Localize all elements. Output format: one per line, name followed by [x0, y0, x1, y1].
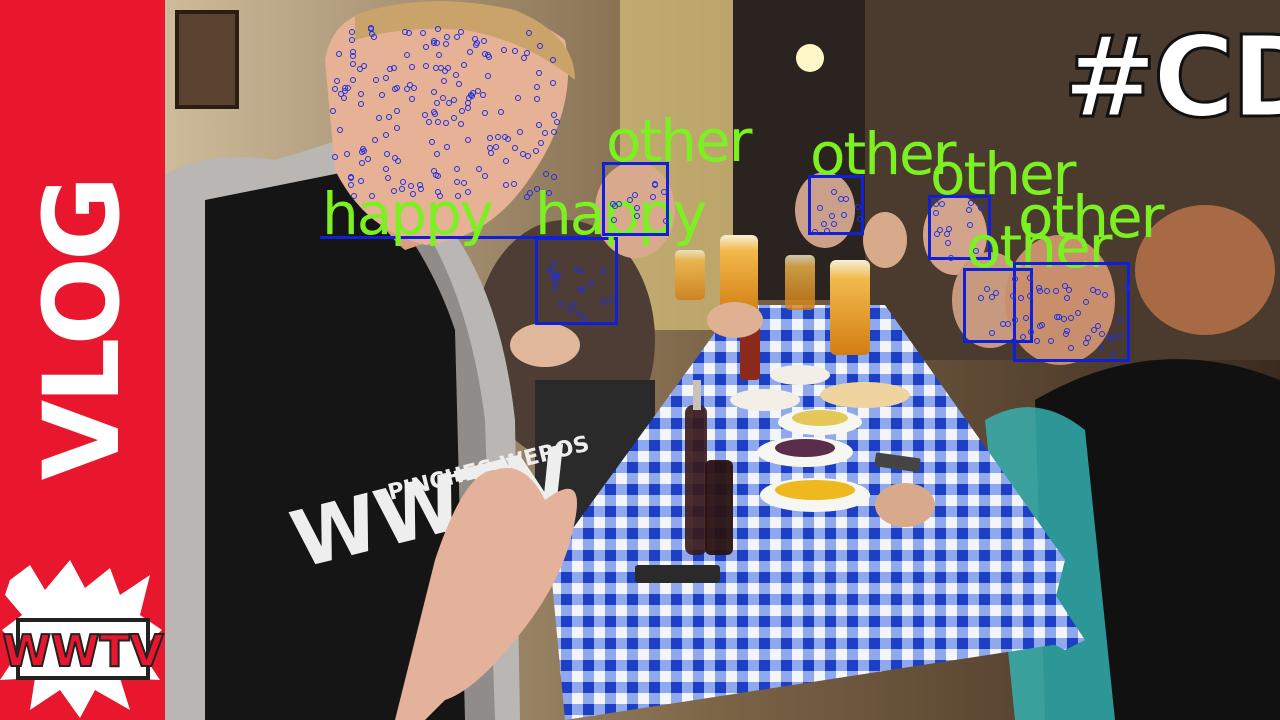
hashtag-text: #CDMX: [1062, 13, 1280, 143]
vlog-title: VLOG: [21, 179, 143, 481]
wwtv-logo: WWTV: [0, 560, 165, 718]
wwtv-logo-text: WWTV: [2, 626, 163, 677]
vlog-banner: VLOG WWTV: [0, 0, 165, 720]
photo: PINCHES WEROS WWTV #CDMX: [165, 0, 1280, 720]
